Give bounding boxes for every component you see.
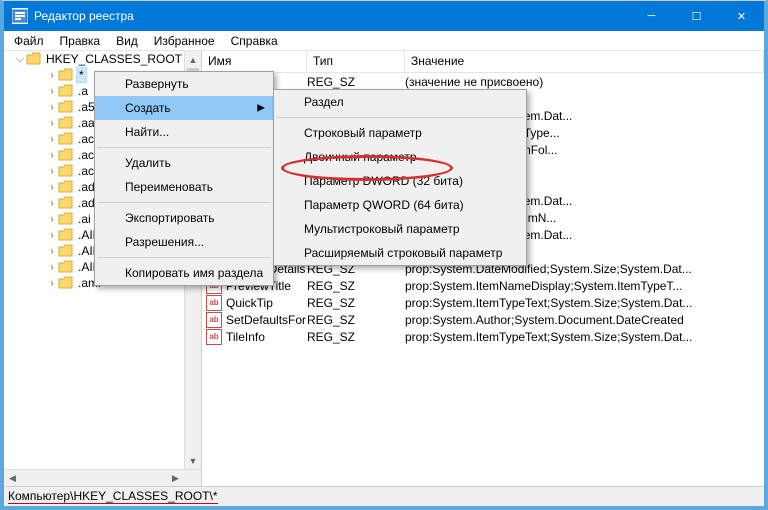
- context-menu-item[interactable]: Экспортировать: [95, 206, 273, 230]
- scroll-up-button[interactable]: ▲: [185, 51, 201, 68]
- chevron-right-icon[interactable]: ›: [46, 118, 58, 129]
- folder-icon: [58, 180, 74, 194]
- submenu-item[interactable]: Расширяемый строковый параметр: [274, 241, 526, 265]
- scroll-down-button[interactable]: ▼: [185, 452, 201, 469]
- scroll-right-button[interactable]: ▶: [167, 470, 184, 486]
- list-row[interactable]: ab PreviewTitle REG_SZ prop:System.ItemN…: [202, 277, 764, 294]
- scroll-left-button[interactable]: ◀: [4, 470, 21, 486]
- folder-icon: [58, 68, 74, 82]
- tree-scrollbar-horizontal[interactable]: ◀ ▶: [4, 469, 201, 486]
- submenu-item[interactable]: Параметр DWORD (32 бита): [274, 169, 526, 193]
- folder-icon: [58, 244, 74, 258]
- context-menu-item[interactable]: Создать▶: [95, 96, 273, 120]
- chevron-right-icon[interactable]: ›: [46, 150, 58, 161]
- folder-icon: [58, 196, 74, 210]
- menu-view[interactable]: Вид: [108, 32, 146, 50]
- list-row[interactable]: ab TileInfo REG_SZ prop:System.ItemTypeT…: [202, 328, 764, 345]
- window-title: Редактор реестра: [34, 9, 629, 23]
- folder-icon: [58, 260, 74, 274]
- chevron-right-icon[interactable]: ›: [46, 198, 58, 209]
- list-row[interactable]: ab SetDefaultsFor REG_SZ prop:System.Aut…: [202, 311, 764, 328]
- maximize-button[interactable]: ☐: [674, 1, 719, 31]
- menu-favorites[interactable]: Избранное: [146, 32, 223, 50]
- chevron-right-icon[interactable]: ›: [46, 102, 58, 113]
- chevron-down-icon[interactable]: ⌵: [14, 54, 26, 65]
- folder-icon: [26, 52, 42, 66]
- context-submenu: Раздел Строковый параметрДвоичный парамет…: [273, 89, 527, 266]
- string-value-icon: ab: [206, 295, 222, 311]
- chevron-right-icon[interactable]: ›: [46, 214, 58, 225]
- chevron-right-icon[interactable]: ›: [46, 182, 58, 193]
- submenu-item[interactable]: Двоичный параметр: [274, 145, 526, 169]
- menubar: Файл Правка Вид Избранное Справка: [4, 31, 764, 51]
- list-header: Имя Тип Значение: [202, 51, 764, 73]
- folder-icon: [58, 148, 74, 162]
- chevron-right-icon[interactable]: ›: [46, 262, 58, 273]
- menu-file[interactable]: Файл: [6, 32, 52, 50]
- menu-separator: [276, 117, 524, 118]
- submenu-item[interactable]: Строковый параметр: [274, 121, 526, 145]
- statusbar: Компьютер\HKEY_CLASSES_ROOT\*: [4, 486, 764, 506]
- folder-icon: [58, 84, 74, 98]
- folder-icon: [58, 100, 74, 114]
- submenu-item[interactable]: Раздел: [274, 90, 526, 114]
- string-value-icon: ab: [206, 312, 222, 328]
- string-value-icon: ab: [206, 329, 222, 345]
- col-type[interactable]: Тип: [307, 51, 405, 72]
- chevron-right-icon[interactable]: ›: [46, 278, 58, 289]
- folder-icon: [58, 228, 74, 242]
- folder-icon: [58, 132, 74, 146]
- submenu-arrow-icon: ▶: [257, 103, 265, 114]
- tree-root-item[interactable]: ⌵ HKEY_CLASSES_ROOT: [4, 51, 184, 67]
- col-name[interactable]: Имя: [202, 51, 307, 72]
- titlebar: Редактор реестра ─ ☐ ✕: [4, 1, 764, 31]
- context-menu-item[interactable]: Копировать имя раздела: [95, 261, 273, 285]
- col-value[interactable]: Значение: [405, 51, 764, 72]
- list-row[interactable]: ab QuickTip REG_SZ prop:System.ItemTypeT…: [202, 294, 764, 311]
- context-menu-item[interactable]: Разрешения...: [95, 230, 273, 254]
- app-icon: [12, 8, 28, 24]
- context-menu-item[interactable]: Найти...: [95, 120, 273, 144]
- chevron-right-icon[interactable]: ›: [46, 86, 58, 97]
- context-menu-item[interactable]: Удалить: [95, 151, 273, 175]
- submenu-item[interactable]: Параметр QWORD (64 бита): [274, 193, 526, 217]
- menu-help[interactable]: Справка: [223, 32, 286, 50]
- menu-separator: [97, 202, 271, 203]
- minimize-button[interactable]: ─: [629, 1, 674, 31]
- context-menu-item[interactable]: Развернуть: [95, 72, 273, 96]
- folder-icon: [58, 116, 74, 130]
- close-button[interactable]: ✕: [719, 1, 764, 31]
- chevron-right-icon[interactable]: ›: [46, 230, 58, 241]
- list-row[interactable]: ab нию) REG_SZ (значение не присвоено): [202, 73, 764, 90]
- folder-icon: [58, 212, 74, 226]
- regedit-window: Редактор реестра ─ ☐ ✕ Файл Правка Вид И…: [4, 1, 764, 506]
- chevron-right-icon[interactable]: ›: [46, 134, 58, 145]
- context-menu: РазвернутьСоздать▶Найти... УдалитьПереиме…: [94, 71, 274, 286]
- submenu-item[interactable]: Мультистроковый параметр: [274, 217, 526, 241]
- context-menu-item[interactable]: Переименовать: [95, 175, 273, 199]
- status-path: Компьютер\HKEY_CLASSES_ROOT\*: [8, 489, 218, 504]
- chevron-right-icon[interactable]: ›: [46, 70, 58, 81]
- menu-edit[interactable]: Правка: [52, 32, 109, 50]
- chevron-right-icon[interactable]: ›: [46, 246, 58, 257]
- chevron-right-icon[interactable]: ›: [46, 166, 58, 177]
- menu-separator: [97, 147, 271, 148]
- folder-icon: [58, 164, 74, 178]
- menu-separator: [97, 257, 271, 258]
- folder-icon: [58, 276, 74, 290]
